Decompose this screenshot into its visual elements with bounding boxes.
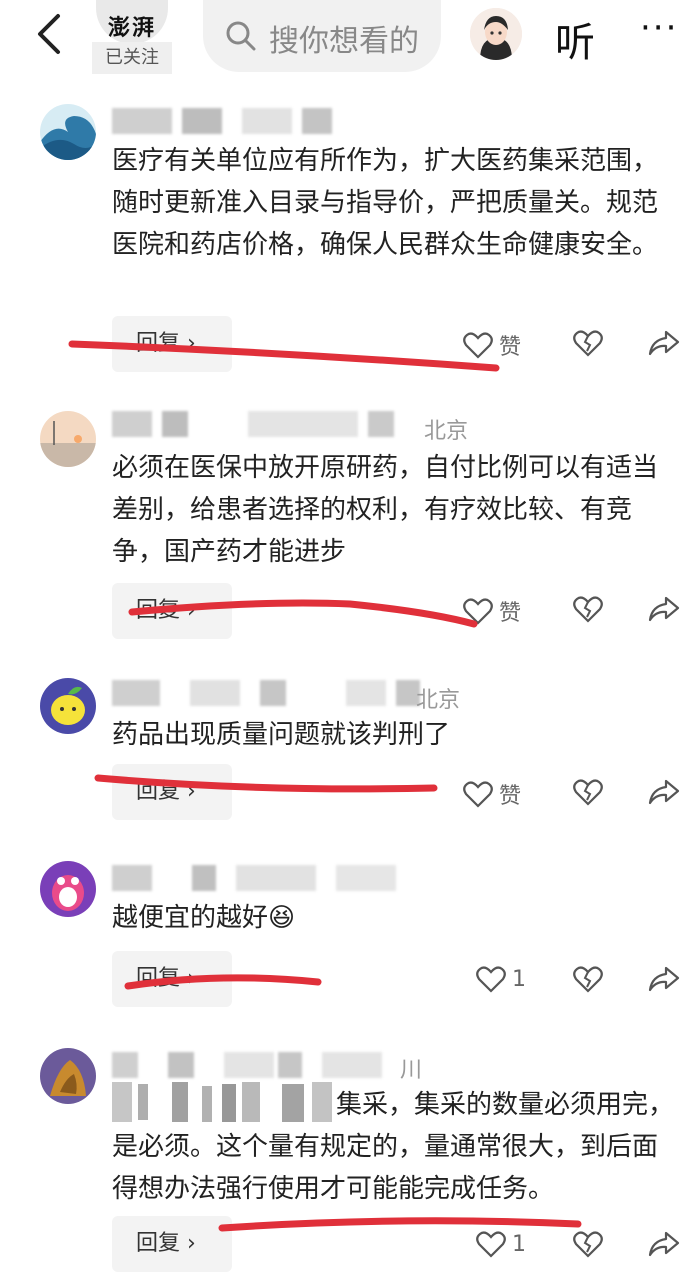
follow-status-button[interactable]: 已关注 [92,42,172,74]
search-icon [226,21,256,51]
dislike-button[interactable] [573,595,603,623]
dislike-button[interactable] [573,329,603,357]
share-button[interactable] [648,778,680,806]
commenter-avatar[interactable] [40,411,96,467]
share-icon [648,330,680,356]
listen-button[interactable]: 听 [555,10,595,68]
commenter-avatar[interactable] [40,1048,96,1104]
commenter-avatar[interactable] [40,104,96,160]
like-button[interactable]: 赞 [463,778,521,810]
more-button[interactable]: ··· [640,8,678,48]
reply-button[interactable]: 回复 › [112,316,232,372]
like-label: 赞 [499,601,522,626]
broken-heart-icon [573,779,603,806]
broken-heart-icon [573,596,603,623]
share-icon [648,966,680,992]
dislike-button[interactable] [573,1230,603,1258]
commenter-avatar[interactable] [40,861,96,917]
like-button[interactable]: 赞 [463,329,521,361]
heart-icon [476,966,506,993]
comment-text: 越便宜的越好😆 [112,903,296,933]
comment-text: 药品出现质量问题就该判刑了 [112,720,451,750]
like-label: 赞 [499,784,522,809]
heart-icon [463,598,493,625]
account-badge[interactable]: 澎湃 已关注 [92,0,172,74]
wave-avatar-icon [40,104,96,160]
sunset-avatar-icon [40,411,96,467]
like-button[interactable]: 1 [476,965,526,993]
comment-text: 医疗有关单位应有所作为，扩大医药集采范围，随时更新准入目录与指导价，严把质量关。… [112,146,659,260]
broken-heart-icon [573,966,603,993]
heart-icon [476,1231,506,1258]
broken-heart-icon [573,1231,603,1258]
search-bar[interactable]: 搜你想看的 [203,0,441,72]
share-button[interactable] [648,965,680,993]
heart-icon [463,332,493,359]
like-button[interactable]: 1 [476,1230,526,1258]
reply-button[interactable]: 回复 › [112,764,232,820]
autumn-avatar-icon [40,1048,96,1104]
like-button[interactable]: 赞 [463,595,521,627]
share-icon [648,1231,680,1257]
commenter-name-obscured [112,411,394,441]
comment-location: 北京 [424,419,469,444]
back-arrow-icon [38,14,60,54]
heart-icon [463,781,493,808]
user-avatar-icon [470,8,522,60]
comment-item: 越便宜的越好😆 回复 › 1 [0,855,697,1035]
commenter-name-obscured [112,108,332,138]
share-icon [648,596,680,622]
like-count: 1 [512,1231,526,1257]
comment-item: 医疗有关单位应有所作为，扩大医药集采范围，随时更新准入目录与指导价，严把质量关。… [0,100,697,390]
like-label: 赞 [499,335,522,360]
comment-text: 集采，集采的数量必须用完，是必须。这个量有规定的，量通常很大，到后面得想办法强行… [112,1090,675,1204]
top-bar: 澎湃 已关注 搜你想看的 听 ··· [0,0,697,80]
share-button[interactable] [648,595,680,623]
comment-location: 川 [400,1058,423,1083]
dislike-button[interactable] [573,965,603,993]
monster-avatar-icon [40,861,96,917]
comment-location: 北京 [416,688,461,713]
dislike-button[interactable] [573,778,603,806]
reply-button[interactable]: 回复 › [112,1216,232,1272]
comment-item: 川 集采，集采的数量必须用完，是必须。这个量有规定的，量通常很大，到后面得想办法… [0,1040,697,1272]
comment-item: 北京 必须在医保中放开原研药，自付比例可以有适当差别，给患者选择的权利，有疗效比… [0,405,697,665]
comment-text: 必须在医保中放开原研药，自付比例可以有适当差别，给患者选择的权利，有疗效比较、有… [112,453,659,567]
account-logo: 澎湃 [96,0,168,44]
reply-button[interactable]: 回复 › [112,951,232,1007]
search-placeholder: 搜你想看的 [269,24,419,59]
share-icon [648,779,680,805]
share-button[interactable] [648,1230,680,1258]
back-button[interactable] [28,10,72,58]
broken-heart-icon [573,330,603,357]
lemon-avatar-icon [40,678,96,734]
comment-item: 北京 药品出现质量问题就该判刑了 回复 › 赞 [0,672,697,842]
reply-button[interactable]: 回复 › [112,583,232,639]
commenter-name-obscured [112,865,396,895]
user-avatar[interactable] [470,8,522,60]
like-count: 1 [512,966,526,992]
commenter-name-obscured [112,680,420,710]
commenter-avatar[interactable] [40,678,96,734]
share-button[interactable] [648,329,680,357]
